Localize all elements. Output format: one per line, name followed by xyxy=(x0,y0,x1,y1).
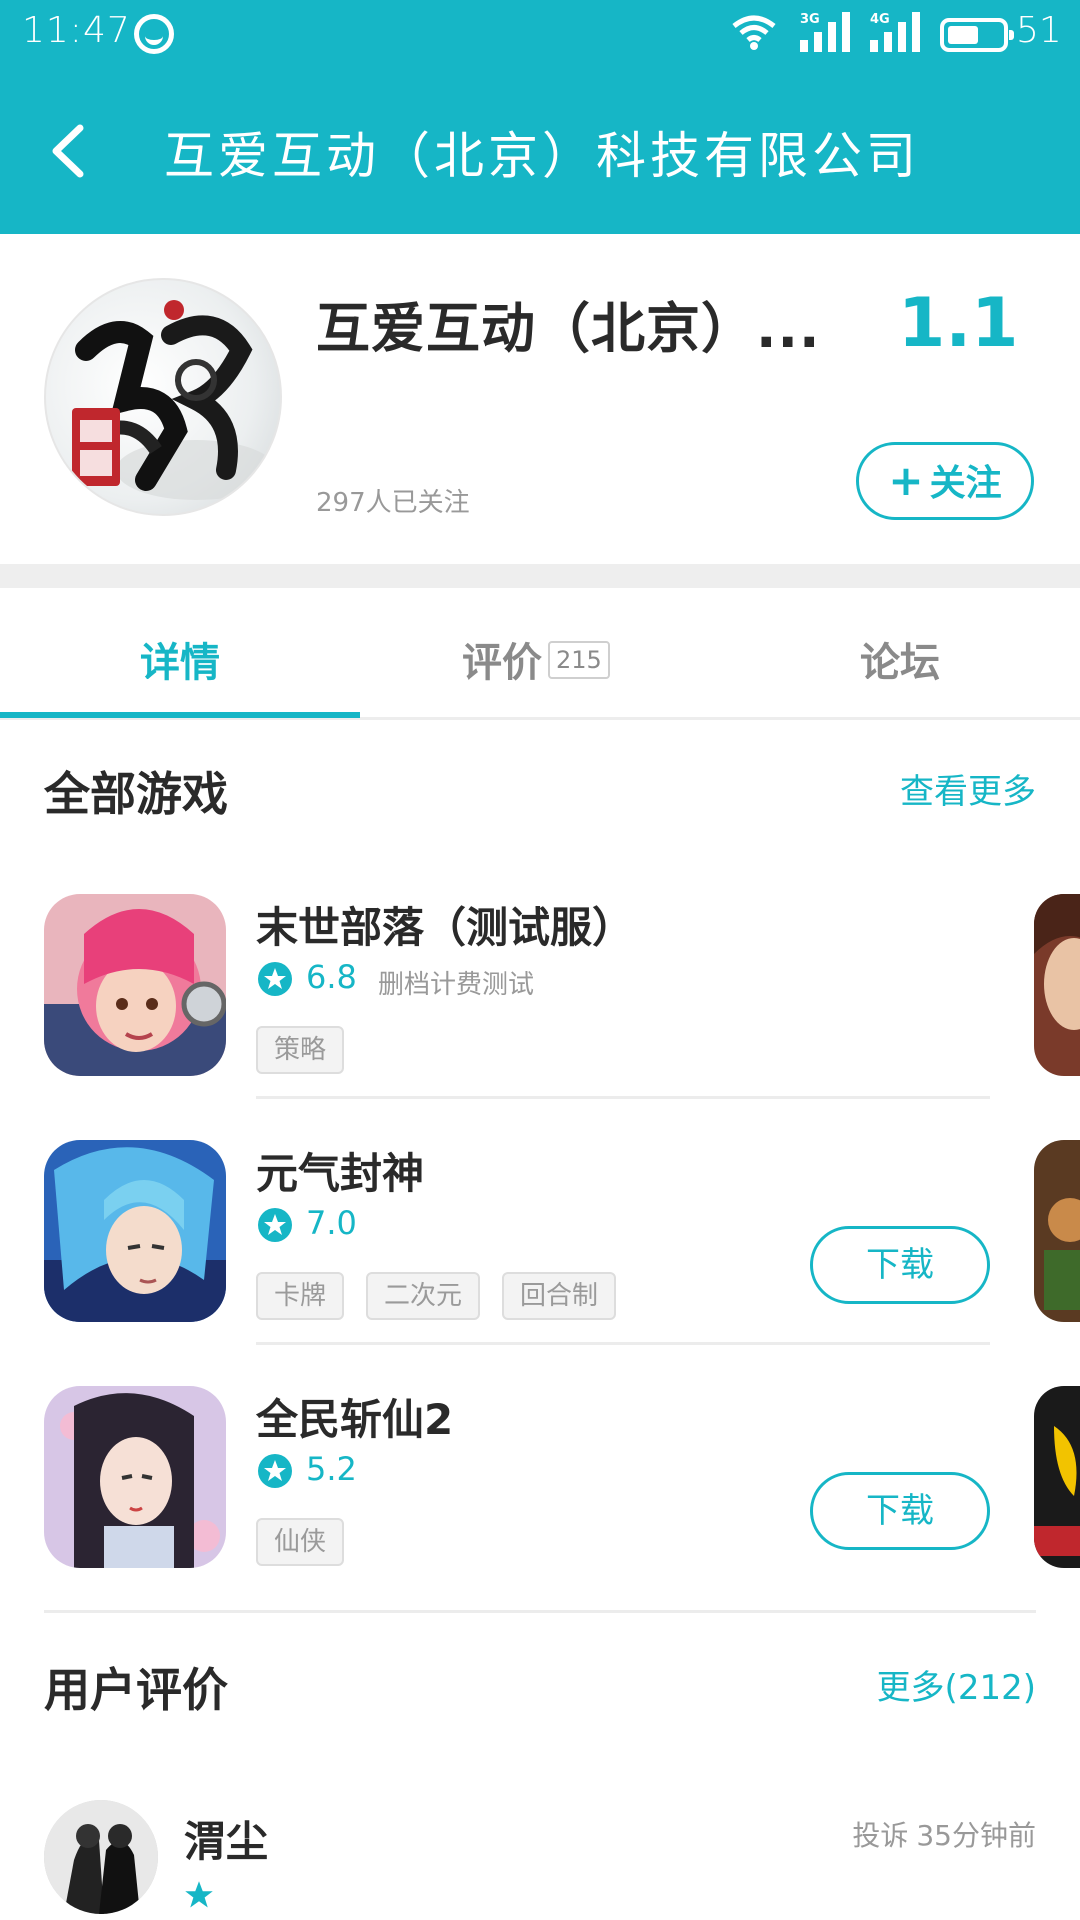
tag[interactable]: 仙侠 xyxy=(256,1518,345,1566)
rating-value: 7.0 xyxy=(306,1204,357,1242)
reviewer-name: 渭尘 xyxy=(184,1817,269,1866)
review-meta: 投诉 35分钟前 xyxy=(844,1814,1036,1854)
back-arrow-icon[interactable] xyxy=(44,122,90,180)
row-divider xyxy=(256,1096,990,1099)
game-name: 末世部落（测试服） xyxy=(256,903,635,952)
notification-app-icon xyxy=(134,14,174,54)
tag-list: 仙侠 xyxy=(256,1518,366,1566)
reviews-section-header: 用户评价 更多(212) xyxy=(44,1654,1036,1724)
section-divider xyxy=(44,1610,1036,1613)
game-item[interactable]: 全民斩仙2 5.2 仙侠 下载 xyxy=(0,1386,1080,1606)
star-icon xyxy=(258,962,292,996)
download-button[interactable]: 下载 xyxy=(810,1226,990,1304)
tab-reviews-count: 215 xyxy=(548,641,610,679)
company-name: 互爱互动（北京）... xyxy=(316,297,821,360)
game-icon-moshi[interactable] xyxy=(44,894,226,1076)
games-section-header: 全部游戏 查看更多 xyxy=(44,758,1036,828)
tab-details-label: 详情 xyxy=(140,640,220,686)
star-icon xyxy=(258,1454,292,1488)
carousel-peek-card[interactable] xyxy=(1034,1140,1080,1322)
game-name: 元气封神 xyxy=(256,1149,425,1198)
tab-forum-label: 论坛 xyxy=(860,640,940,686)
page-title: 互爱互动（北京）科技有限公司 xyxy=(164,127,920,185)
game-name: 全民斩仙2 xyxy=(256,1395,454,1444)
followers-count: 297人已关注 xyxy=(316,488,470,518)
game-icon-quanmin[interactable] xyxy=(44,1386,226,1568)
carousel-peek-card[interactable] xyxy=(1034,894,1080,1076)
status-bar: 11:47 3G 4G 51 xyxy=(0,0,1080,66)
game-item[interactable]: 末世部落（测试服） 6.8 删档计费测试 策略 xyxy=(0,894,1080,1114)
rating-value: 6.8 xyxy=(306,958,357,996)
tag[interactable]: 策略 xyxy=(256,1026,345,1074)
more-reviews-link[interactable]: 更多(212) xyxy=(877,1660,1036,1709)
row-divider xyxy=(256,1342,990,1345)
logo-artwork xyxy=(72,300,276,500)
network-type-4g: 4G xyxy=(870,12,890,27)
avatar[interactable] xyxy=(44,1800,158,1914)
company-card: 互爱互动（北京）... 1.1 297人已关注 + 关注 xyxy=(0,234,1080,564)
status-time: 11:47 xyxy=(22,10,131,51)
network-type-3g: 3G xyxy=(800,12,820,27)
star-icon xyxy=(258,1208,292,1242)
section-separator xyxy=(0,564,1080,588)
download-button[interactable]: 下载 xyxy=(810,1472,990,1550)
follow-label: 关注 xyxy=(929,463,1002,504)
plus-icon: + xyxy=(888,456,924,505)
tab-indicator xyxy=(0,712,360,718)
review-time: 35分钟前 xyxy=(916,1819,1036,1852)
company-logo xyxy=(44,278,282,516)
wifi-icon xyxy=(732,15,776,50)
tag-list: 卡牌 二次元 回合制 xyxy=(256,1272,638,1320)
tag-list: 策略 xyxy=(256,1026,366,1074)
game-icon-yuanqi[interactable] xyxy=(44,1140,226,1322)
signal-3g-icon: 3G xyxy=(800,10,860,52)
battery-percent: 51 xyxy=(1016,10,1062,51)
battery-icon xyxy=(940,18,1014,52)
follow-button[interactable]: + 关注 xyxy=(856,442,1034,520)
tab-reviews[interactable]: 评价 215 xyxy=(462,630,610,688)
tab-reviews-label: 评价 xyxy=(462,640,542,686)
game-status-note: 删档计费测试 xyxy=(378,970,535,1000)
game-item[interactable]: 元气封神 7.0 卡牌 二次元 回合制 下载 xyxy=(0,1140,1080,1360)
tab-forum[interactable]: 论坛 xyxy=(860,630,940,688)
tag[interactable]: 回合制 xyxy=(502,1272,617,1320)
tag[interactable]: 卡牌 xyxy=(256,1272,345,1320)
games-section-title: 全部游戏 xyxy=(44,767,228,821)
reviews-section-title: 用户评价 xyxy=(44,1663,228,1717)
review-item: 渭尘 投诉 35分钟前 xyxy=(0,1800,1080,1920)
tag[interactable]: 二次元 xyxy=(366,1272,481,1320)
carousel-peek-card[interactable] xyxy=(1034,1386,1080,1568)
rating-value: 5.2 xyxy=(306,1450,357,1488)
tab-bar: 详情 评价 215 论坛 xyxy=(0,588,1080,720)
company-score: 1.1 xyxy=(898,284,1019,363)
tab-details[interactable]: 详情 xyxy=(140,630,220,688)
report-link[interactable]: 投诉 xyxy=(852,1819,908,1852)
view-more-link[interactable]: 查看更多 xyxy=(900,764,1036,813)
star-icon xyxy=(185,1881,213,1908)
signal-4g-icon: 4G xyxy=(870,10,930,52)
app-bar: 互爱互动（北京）科技有限公司 xyxy=(0,66,1080,234)
